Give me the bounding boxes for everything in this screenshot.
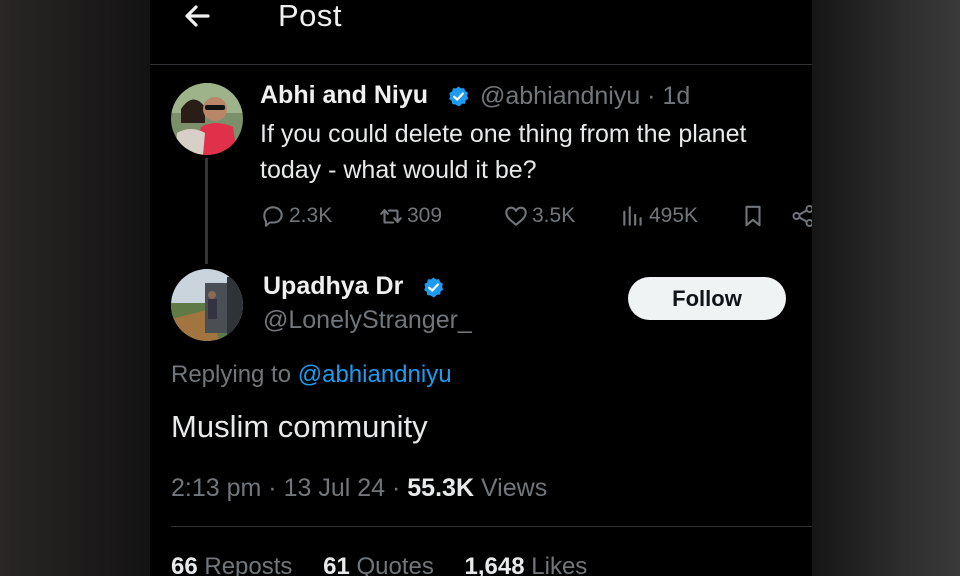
- author-name[interactable]: Abhi and Niyu: [260, 81, 428, 110]
- likes-stat[interactable]: 1,648 Likes: [465, 553, 588, 576]
- blurred-background-left: [0, 0, 150, 576]
- views-label: Views: [480, 474, 548, 502]
- repost-button[interactable]: 309: [378, 201, 442, 231]
- page-title: Post: [278, 0, 343, 33]
- reply-text: Muslim community: [171, 409, 428, 444]
- thread-line: [205, 158, 208, 264]
- reply-count: 2.3K: [289, 204, 333, 227]
- likes-count: 1,648: [464, 553, 525, 576]
- share-button[interactable]: [790, 201, 812, 231]
- separator: ·: [268, 474, 277, 502]
- like-button[interactable]: 3.5K: [503, 201, 575, 231]
- reposts-label: Reposts: [204, 553, 293, 576]
- reposts-stat[interactable]: 66 Reposts: [171, 553, 292, 576]
- quotes-label: Quotes: [356, 553, 434, 576]
- share-icon: [792, 204, 812, 228]
- replying-to-mention[interactable]: @abhiandniyu: [298, 361, 452, 388]
- verified-badge-icon: [424, 277, 444, 298]
- repost-icon: [380, 209, 402, 224]
- post-meta: 2:13 pm · 13 Jul 24 · 55.3K Views: [171, 474, 547, 503]
- back-arrow-icon[interactable]: [178, 0, 218, 36]
- avatar[interactable]: [171, 83, 243, 155]
- post-screen: Post Abhi and Niyu @abhiandniyu · 1d If …: [150, 0, 812, 576]
- reply-button[interactable]: 2.3K: [260, 201, 332, 231]
- view-count: 495K: [649, 204, 699, 227]
- analytics-icon: [623, 206, 642, 226]
- replying-prefix: Replying to: [171, 361, 292, 388]
- repost-count: 309: [407, 204, 443, 227]
- views-button[interactable]: 495K: [620, 201, 698, 231]
- reply-author-handle[interactable]: @LonelyStranger_: [263, 306, 472, 335]
- post-text: If you could delete one thing from the p…: [260, 120, 747, 184]
- author-handle-meta: @abhiandniyu · 1d: [480, 82, 690, 111]
- reply-icon: [263, 206, 283, 227]
- separator: ·: [647, 82, 656, 110]
- follow-button[interactable]: Follow: [628, 277, 786, 320]
- separator: ·: [392, 474, 401, 502]
- verified-badge-icon: [449, 86, 469, 107]
- reply-author-name[interactable]: Upadhya Dr: [263, 272, 403, 301]
- divider: [171, 526, 812, 527]
- quotes-stat[interactable]: 61 Quotes: [323, 553, 434, 576]
- likes-label: Likes: [531, 553, 588, 576]
- quotes-count: 61: [323, 553, 350, 576]
- replying-to-line: Replying to @abhiandniyu: [171, 361, 452, 389]
- bookmark-button[interactable]: [740, 201, 769, 231]
- views-count: 55.3K: [407, 474, 474, 502]
- post-date[interactable]: 13 Jul 24: [284, 474, 385, 502]
- post-time[interactable]: 2:13 pm: [171, 474, 261, 502]
- heart-icon: [505, 206, 527, 226]
- author-handle[interactable]: @abhiandniyu: [480, 82, 640, 110]
- avatar[interactable]: [171, 269, 243, 341]
- reposts-count: 66: [171, 553, 198, 576]
- blurred-background-right: [812, 0, 960, 576]
- engagement-stats: 66 Reposts 61 Quotes 1,648 Likes: [171, 553, 611, 576]
- bookmark-icon: [745, 205, 761, 227]
- like-count: 3.5K: [532, 204, 576, 227]
- post-age: 1d: [662, 82, 691, 110]
- top-bar: Post: [150, 0, 812, 65]
